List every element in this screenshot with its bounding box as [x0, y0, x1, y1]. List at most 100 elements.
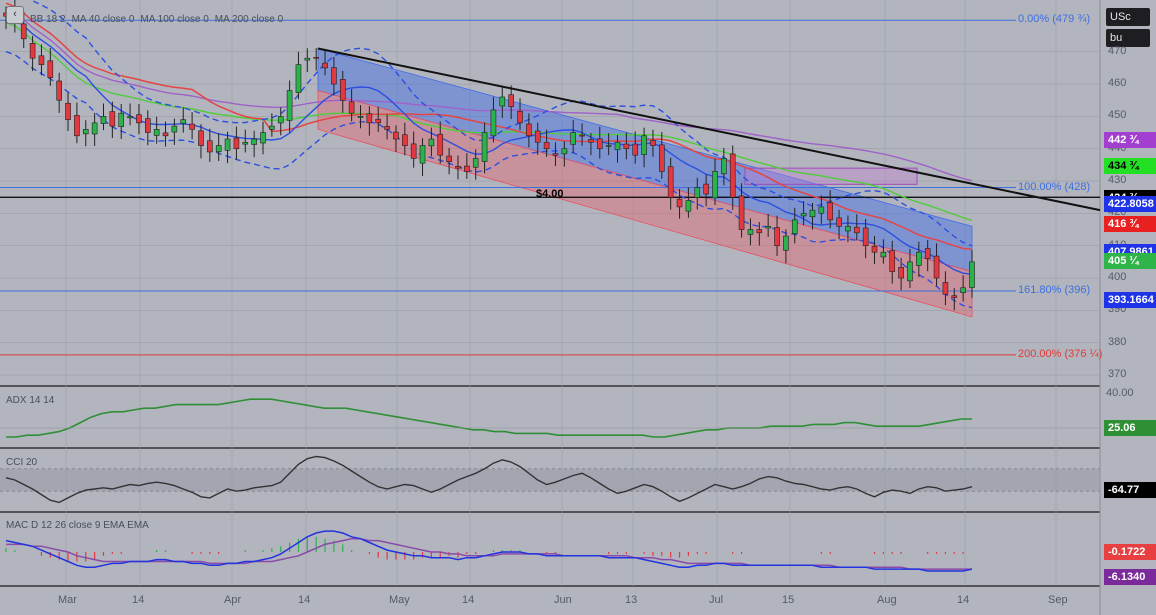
candle-body: [464, 165, 470, 172]
fib-level-label: 100.00% (428): [1018, 180, 1091, 193]
candle-body: [242, 141, 249, 145]
candle-body: [224, 138, 231, 151]
time-tick-label: 14: [957, 594, 970, 606]
time-tick-label: 13: [625, 594, 638, 606]
candle-body: [579, 134, 585, 137]
price-tag: 416 ¾: [1104, 215, 1156, 232]
candle-body: [650, 140, 656, 146]
time-tick-label: Mar: [58, 594, 77, 606]
candle-body: [118, 112, 125, 127]
candle-body: [765, 226, 771, 229]
candle-body: [277, 116, 284, 124]
candle-body: [942, 282, 949, 295]
candle-body: [472, 158, 479, 168]
candle-body: [428, 138, 435, 147]
candle-body: [375, 118, 382, 124]
candle-body: [853, 226, 860, 234]
time-tick-label: Jul: [709, 594, 724, 606]
candle-body: [180, 119, 187, 124]
candle-body: [596, 138, 603, 150]
time-tick-label: 14: [462, 594, 475, 606]
price-chart[interactable]: [0, 0, 1156, 615]
candle-body: [721, 158, 727, 175]
macd-value-tag: -0.1722: [1104, 544, 1156, 560]
resistance-box: [744, 167, 918, 185]
candle-body: [233, 137, 240, 150]
fib-level-label: 161.80% (396): [1018, 284, 1091, 296]
candle-body: [712, 171, 718, 199]
candle-body: [313, 56, 319, 59]
candle-body: [561, 148, 568, 155]
candle-body: [490, 109, 497, 137]
price-tag: 422.8058: [1104, 196, 1156, 213]
candle-body: [260, 132, 266, 144]
candle-body: [871, 245, 878, 253]
candle-body: [933, 255, 940, 279]
adx-legend: ADX 14 14: [6, 395, 55, 406]
candle-body: [916, 251, 922, 266]
adx-value-tag: 25.06: [1104, 420, 1156, 436]
candle-body: [47, 60, 54, 78]
symbol-selector[interactable]: USc: [1106, 8, 1150, 26]
price-tick-label: 380: [1108, 335, 1127, 348]
candle-body: [286, 90, 293, 121]
candle-body: [960, 287, 966, 293]
candle-body: [419, 145, 426, 164]
candle-body: [534, 130, 541, 143]
candle-body: [756, 229, 763, 234]
candle-body: [384, 126, 390, 130]
candle-body: [729, 153, 736, 198]
time-tick-label: Jun: [554, 594, 572, 606]
time-tick-label: 14: [132, 594, 145, 606]
price-tag: 393.1664: [1104, 292, 1156, 309]
candle-body: [251, 138, 257, 145]
candle-body: [703, 183, 709, 195]
candle-body: [410, 143, 417, 159]
candle-body: [82, 129, 89, 135]
time-tick-label: Sep: [1048, 594, 1068, 606]
chart-back-button[interactable]: ‹: [6, 6, 24, 24]
candle-body: [570, 132, 576, 145]
price-tag: 442 ¾: [1104, 131, 1156, 148]
candle-body: [508, 94, 514, 108]
candle-body: [295, 64, 302, 93]
candle-body: [91, 122, 98, 135]
candle-body: [446, 155, 452, 162]
fib-level-label: 0.00% (479 ¾): [1018, 13, 1091, 26]
candle-body: [20, 23, 27, 40]
price-tick-label: 370: [1108, 368, 1127, 381]
adx-line: [6, 398, 972, 438]
candle-body: [774, 227, 780, 247]
candle-body: [74, 115, 80, 137]
main-indicator-legend: BB 18 2 MA 40 close 0 MA 100 close 0 MA 200…: [30, 14, 284, 25]
candle-body: [588, 139, 594, 143]
candle-body: [659, 144, 665, 172]
candle-body: [153, 129, 160, 136]
candle-body: [207, 140, 213, 153]
candle-body: [29, 42, 36, 59]
candle-body: [676, 198, 683, 208]
cci-value-tag: -64.77: [1104, 482, 1156, 499]
candle-body: [38, 55, 45, 65]
candle-body: [791, 219, 798, 234]
candle-body: [198, 130, 204, 146]
candle-body: [632, 143, 639, 156]
candle-body: [499, 96, 506, 107]
candle-body: [304, 57, 311, 61]
time-tick-label: May: [389, 594, 410, 606]
candle-body: [836, 217, 842, 227]
candle-body: [322, 62, 328, 69]
candle-body: [845, 226, 851, 232]
candle-body: [171, 125, 178, 133]
candle-body: [437, 133, 444, 156]
time-tick-label: 14: [298, 594, 311, 606]
candle-body: [144, 118, 151, 133]
candle-body: [898, 267, 904, 279]
candle-body: [269, 125, 275, 130]
candle-body: [56, 80, 62, 101]
candle-body: [969, 261, 975, 288]
candle-body: [818, 206, 825, 214]
macd-signal-value-tag: -6.1340: [1104, 569, 1156, 585]
candle-body: [641, 135, 647, 155]
candle-body: [880, 251, 887, 258]
